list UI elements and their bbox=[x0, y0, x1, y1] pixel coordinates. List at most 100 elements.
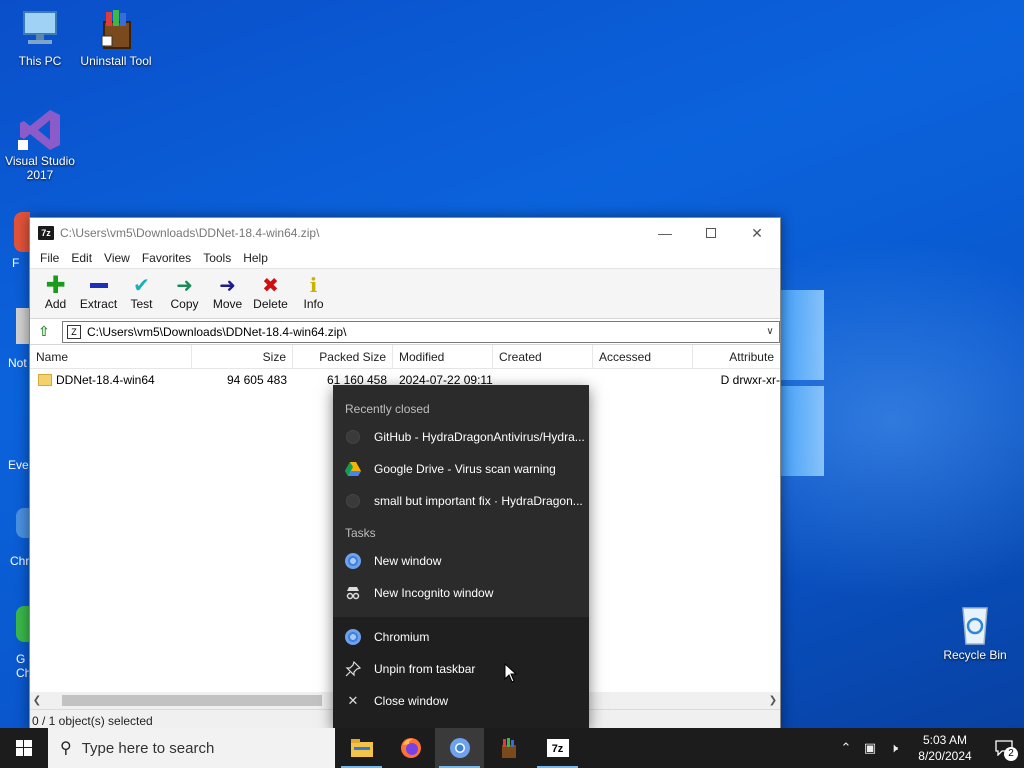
partial-label: Eve bbox=[8, 458, 29, 472]
github-icon bbox=[345, 429, 361, 445]
recent-item-label: small but important fix · HydraDragon... bbox=[374, 494, 583, 508]
maximize-button[interactable] bbox=[688, 218, 734, 248]
address-field[interactable]: Z C:\Users\vm5\Downloads\DDNet-18.4-win6… bbox=[62, 320, 780, 343]
column-name[interactable]: Name bbox=[30, 344, 192, 369]
test-button[interactable]: ✔ Test bbox=[120, 273, 163, 312]
chevron-up-icon[interactable]: ⌃ bbox=[834, 740, 858, 756]
archive-icon: Z bbox=[67, 324, 81, 339]
volume-muted-icon[interactable]: 🕨 bbox=[882, 740, 906, 756]
partial-desktop-icons: F Not Eve Chr G Ch bbox=[6, 210, 31, 690]
address-row: ⇧ Z C:\Users\vm5\Downloads\DDNet-18.4-wi… bbox=[30, 319, 780, 345]
copy-button[interactable]: ➜ Copy bbox=[163, 273, 206, 312]
menu-help[interactable]: Help bbox=[237, 251, 274, 265]
recycle-bin-icon bbox=[951, 602, 999, 646]
desktop-icon-this-pc[interactable]: This PC bbox=[0, 8, 80, 68]
info-button[interactable]: i Info bbox=[292, 273, 335, 311]
delete-button[interactable]: ✖ Delete bbox=[249, 273, 292, 312]
folder-icon bbox=[38, 374, 52, 386]
unpin-icon bbox=[345, 661, 361, 677]
tool-label: Test bbox=[130, 297, 153, 311]
chromium-jump-list: Recently closed GitHub - HydraDragonAnti… bbox=[333, 385, 589, 728]
taskbar-firefox[interactable] bbox=[386, 728, 435, 768]
search-icon: ⚲ bbox=[60, 740, 72, 757]
partial-label: Chr bbox=[10, 554, 30, 568]
column-size[interactable]: Size bbox=[192, 344, 293, 369]
github-icon bbox=[345, 493, 361, 509]
clock[interactable]: 5:03 AM 8/20/2024 bbox=[906, 732, 984, 764]
title-bar[interactable]: 7z C:\Users\vm5\Downloads\DDNet-18.4-win… bbox=[30, 218, 780, 248]
scroll-thumb[interactable] bbox=[62, 695, 322, 706]
column-header-row: Name Size Packed Size Modified Created A… bbox=[30, 344, 780, 369]
incognito-icon bbox=[345, 585, 361, 601]
column-created[interactable]: Created bbox=[493, 344, 593, 369]
add-button[interactable]: ✚ Add bbox=[34, 271, 77, 312]
pinned-label: Chromium bbox=[374, 630, 430, 644]
desktop-icon-uninstall-tool[interactable]: Uninstall Tool bbox=[76, 8, 156, 68]
menu-file[interactable]: File bbox=[34, 251, 65, 265]
plus-icon: ✚ bbox=[45, 271, 66, 299]
recent-item-github-hydra[interactable]: GitHub - HydraDragonAntivirus/Hydra... bbox=[333, 421, 589, 453]
pinned-label: Unpin from taskbar bbox=[374, 662, 476, 676]
unpin-from-taskbar[interactable]: Unpin from taskbar bbox=[333, 653, 589, 685]
arrow-right-icon: ➜ bbox=[219, 274, 236, 297]
taskbar-chromium[interactable] bbox=[435, 728, 484, 768]
desktop-icon-recycle-bin[interactable]: Recycle Bin bbox=[935, 602, 1015, 662]
desktop-icon-label: Recycle Bin bbox=[943, 648, 1007, 662]
partial-label: Not bbox=[8, 356, 27, 370]
column-accessed[interactable]: Accessed bbox=[593, 344, 693, 369]
mouse-cursor-icon bbox=[504, 662, 518, 686]
move-button[interactable]: ➜ Move bbox=[206, 273, 249, 312]
recent-item-label: GitHub - HydraDragonAntivirus/Hydra... bbox=[374, 430, 585, 444]
column-packed-size[interactable]: Packed Size bbox=[293, 344, 393, 369]
chevron-down-icon[interactable]: ∨ bbox=[761, 326, 779, 337]
task-new-incognito-window[interactable]: New Incognito window bbox=[333, 577, 589, 609]
scroll-left-icon[interactable]: ❮ bbox=[30, 695, 44, 706]
desktop-icon-visual-studio[interactable]: Visual Studio 2017 bbox=[0, 108, 80, 182]
chromium-icon bbox=[345, 553, 361, 569]
minimize-button[interactable]: — bbox=[642, 218, 688, 248]
uninstall-tool-icon bbox=[92, 8, 140, 52]
close-button[interactable]: ✕ bbox=[734, 218, 780, 248]
task-new-window[interactable]: New window bbox=[333, 545, 589, 577]
file-size: 94 605 483 bbox=[226, 373, 287, 387]
taskbar-7zip[interactable]: 7z bbox=[533, 728, 582, 768]
sevenzip-app-icon: 7z bbox=[546, 739, 569, 757]
partial-label: F bbox=[12, 256, 20, 270]
menu-view[interactable]: View bbox=[98, 251, 136, 265]
address-path: C:\Users\vm5\Downloads\DDNet-18.4-win64.… bbox=[87, 324, 347, 339]
column-modified[interactable]: Modified bbox=[393, 344, 493, 369]
recent-item-hydra-fix[interactable]: small but important fix · HydraDragon... bbox=[333, 485, 589, 517]
network-icon[interactable]: ▣ bbox=[858, 740, 882, 756]
tool-label: Extract bbox=[79, 297, 118, 311]
extract-button[interactable]: Extract bbox=[77, 273, 120, 311]
tasks-header: Tasks bbox=[345, 526, 376, 540]
menu-tools[interactable]: Tools bbox=[197, 251, 237, 265]
recent-item-google-drive[interactable]: Google Drive - Virus scan warning bbox=[333, 453, 589, 485]
toolbar: ✚ Add Extract ✔ Test ➜ Copy ➜ Move ✖ Del… bbox=[30, 268, 780, 319]
start-button[interactable] bbox=[0, 728, 48, 768]
column-attributes[interactable]: Attribute bbox=[693, 345, 780, 369]
open-chromium[interactable]: Chromium bbox=[333, 621, 589, 653]
menu-edit[interactable]: Edit bbox=[65, 251, 98, 265]
jump-list-pinned-section: Chromium Unpin from taskbar ✕ Close wind… bbox=[333, 617, 589, 728]
menu-bar: File Edit View Favorites Tools Help bbox=[30, 248, 780, 268]
taskbar-file-explorer[interactable] bbox=[337, 728, 386, 768]
minus-icon bbox=[77, 273, 120, 297]
close-window[interactable]: ✕ Close window bbox=[333, 685, 589, 717]
menu-favorites[interactable]: Favorites bbox=[136, 251, 197, 265]
file-name: DDNet-18.4-win64 bbox=[56, 373, 155, 387]
task-label: New Incognito window bbox=[374, 586, 494, 600]
desktop-icon-label: This PC bbox=[18, 54, 62, 68]
scroll-right-icon[interactable]: ❯ bbox=[766, 695, 780, 706]
taskbar-search-box[interactable]: ⚲ Type here to search bbox=[48, 728, 335, 768]
desktop-icon-label: Visual Studio 2017 bbox=[5, 154, 75, 182]
action-center-button[interactable]: 2 bbox=[984, 728, 1024, 768]
folder-up-icon[interactable]: ⇧ bbox=[34, 322, 54, 342]
windows-start-icon bbox=[16, 740, 32, 756]
arrow-double-icon: ➜ bbox=[176, 274, 193, 297]
minimize-icon: — bbox=[658, 225, 672, 241]
task-label: New window bbox=[374, 554, 442, 568]
taskbar-uninstall-tool[interactable] bbox=[484, 728, 533, 768]
search-placeholder: Type here to search bbox=[81, 739, 215, 757]
desktop-icon-label: Uninstall Tool bbox=[80, 54, 152, 68]
